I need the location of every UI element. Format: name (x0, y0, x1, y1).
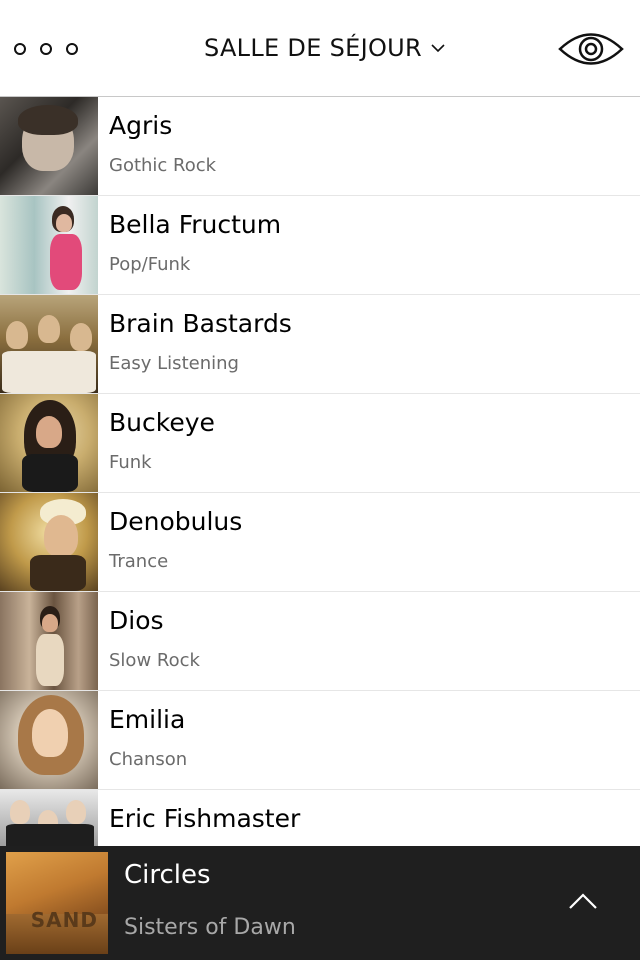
artist-list: Agris Gothic Rock Bella Fructum Pop/Funk (0, 97, 640, 846)
header-bar: SALLE DE SÉJOUR (0, 0, 640, 97)
artist-thumbnail (0, 493, 98, 591)
now-playing-bar[interactable]: SAND Circles Sisters of Dawn (0, 846, 640, 960)
artist-thumbnail (0, 592, 98, 690)
chevron-down-icon (431, 44, 445, 53)
artist-thumbnail (0, 295, 98, 393)
room-title: SALLE DE SÉJOUR (203, 34, 422, 62)
list-item[interactable]: Dios Slow Rock (0, 592, 640, 691)
artist-thumbnail (0, 790, 98, 846)
artist-name: Bella Fructum (109, 210, 282, 239)
room-selector[interactable]: SALLE DE SÉJOUR (190, 30, 460, 66)
artist-genre: Funk (109, 452, 152, 473)
artist-name: Agris (109, 111, 173, 140)
dot-icon (40, 43, 52, 55)
artist-name: Emilia (109, 705, 186, 734)
artist-thumbnail (0, 97, 98, 195)
eye-icon[interactable] (558, 28, 624, 70)
list-item[interactable]: Buckeye Funk (0, 394, 640, 493)
more-dots-icon[interactable] (14, 40, 86, 58)
list-item[interactable]: Brain Bastards Easy Listening (0, 295, 640, 394)
list-item[interactable]: Agris Gothic Rock (0, 97, 640, 196)
artist-thumbnail (0, 394, 98, 492)
app-root: SALLE DE SÉJOUR Agris Gothic Rock Bella … (0, 0, 640, 960)
album-cover: SAND (6, 852, 108, 954)
artist-genre: Easy Listening (109, 353, 239, 374)
artist-genre: Trance (109, 551, 169, 572)
artist-thumbnail (0, 196, 98, 294)
artist-name: Buckeye (109, 408, 215, 437)
artist-name: Dios (109, 606, 164, 635)
artist-thumbnail (0, 691, 98, 789)
artist-name: Denobulus (109, 507, 243, 536)
chevron-up-icon[interactable] (566, 884, 600, 918)
artist-genre: Pop/Funk (109, 254, 191, 275)
list-item[interactable]: Eric Fishmaster (0, 790, 640, 846)
list-item[interactable]: Denobulus Trance (0, 493, 640, 592)
track-artist: Sisters of Dawn (124, 915, 296, 940)
artist-name: Brain Bastards (109, 309, 292, 338)
artist-genre: Gothic Rock (109, 155, 217, 176)
list-item[interactable]: Emilia Chanson (0, 691, 640, 790)
artist-name: Eric Fishmaster (109, 804, 301, 833)
album-cover-text: SAND (30, 908, 98, 932)
track-title: Circles (124, 860, 211, 890)
artist-genre: Slow Rock (109, 650, 200, 671)
dot-icon (66, 43, 78, 55)
list-item[interactable]: Bella Fructum Pop/Funk (0, 196, 640, 295)
artist-genre: Chanson (109, 749, 188, 770)
dot-icon (14, 43, 26, 55)
